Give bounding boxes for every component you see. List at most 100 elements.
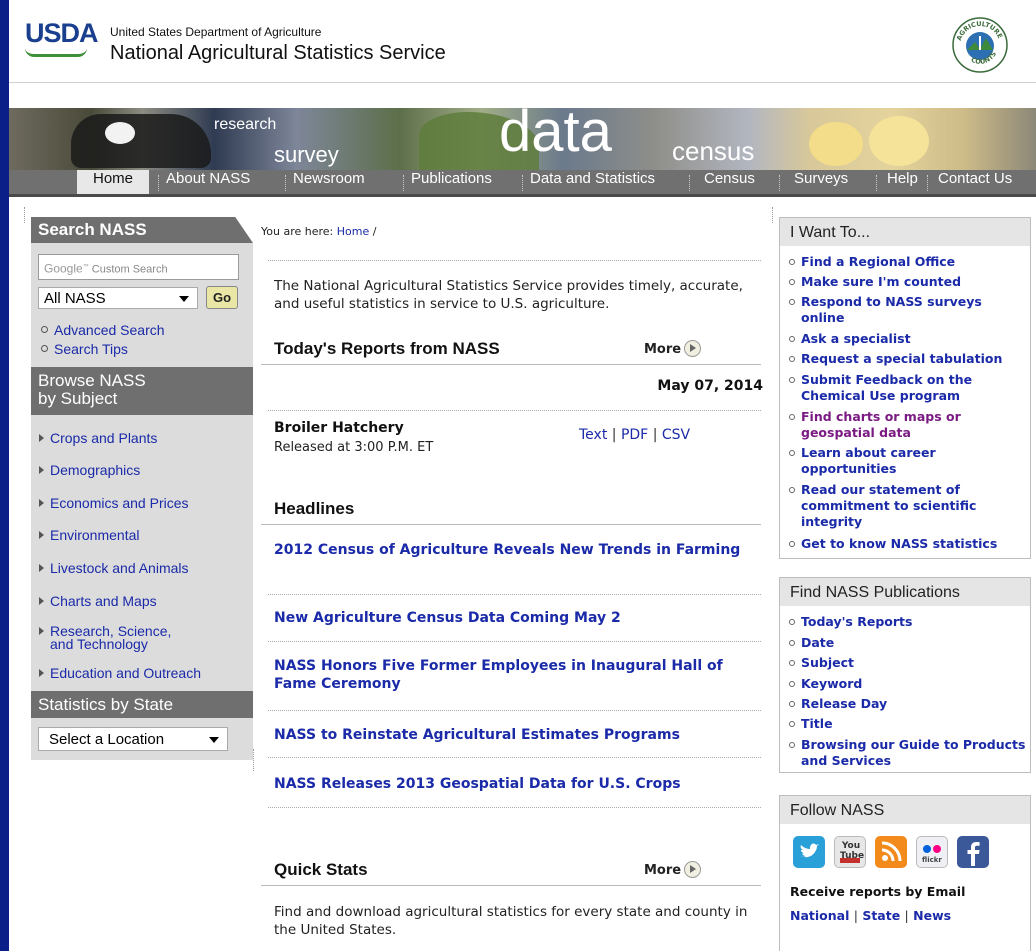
subject-environmental[interactable]: Environmental [39, 528, 140, 542]
want-link-label: Submit Feedback on the Chemical Use prog… [801, 372, 973, 403]
flickr-dot-pink [933, 845, 941, 853]
want-link[interactable]: Make sure I'm counted [789, 274, 1029, 290]
search-tips-link[interactable]: Search Tips [41, 341, 128, 357]
search-scope-select[interactable]: All NASS [38, 287, 198, 309]
publication-link[interactable]: Browsing our Guide to Products and Servi… [789, 737, 1029, 769]
subject-economics-and-prices[interactable]: Economics and Prices [39, 495, 189, 511]
youtube-icon[interactable]: You Tube [834, 836, 866, 868]
publication-link[interactable]: Subject [789, 655, 1029, 671]
flickr-icon-text: flickr [922, 856, 942, 864]
want-link[interactable]: Get to know NASS statistics [789, 536, 1029, 552]
nav-separator [779, 175, 781, 191]
want-link[interactable]: Read our statement of commitment to scie… [789, 482, 1029, 530]
browse-panel: Crops and Plants Demographics Economics … [31, 415, 253, 691]
publication-link-label: Today's Reports [801, 614, 913, 629]
headline-link[interactable]: NASS to Reinstate Agricultural Estimates… [274, 726, 760, 744]
subject-livestock-and-animals[interactable]: Livestock and Animals [39, 561, 189, 575]
nav-newsroom[interactable]: Newsroom [286, 170, 372, 194]
subject-label: Economics and Prices [50, 495, 189, 511]
bullet-icon [789, 681, 795, 687]
want-link[interactable]: Request a special tabulation [789, 351, 1029, 367]
nav-home[interactable]: Home [77, 170, 149, 194]
reports-more-link[interactable]: More [644, 340, 702, 357]
advanced-search-link[interactable]: Advanced Search [41, 322, 165, 338]
triangle-right-icon [39, 597, 44, 605]
facebook-icon[interactable] [957, 836, 989, 868]
divider [268, 260, 761, 262]
divider [261, 524, 761, 525]
want-link[interactable]: Find charts or maps or geospatial data [789, 409, 1029, 441]
want-link-label: Request a special tabulation [801, 351, 1003, 366]
quick-stats-more-link[interactable]: More [644, 861, 702, 878]
want-link[interactable]: Find a Regional Office [789, 254, 1029, 270]
report-csv-link[interactable]: CSV [662, 427, 690, 443]
publication-link-label: Date [801, 635, 835, 650]
publication-link[interactable]: Release Day [789, 696, 1029, 712]
divider [268, 594, 761, 596]
search-go-button[interactable]: Go [206, 286, 238, 309]
subject-charts-and-maps[interactable]: Charts and Maps [39, 594, 157, 608]
nav-contact-us[interactable]: Contact Us [931, 170, 1019, 194]
nav-data-and-statistics[interactable]: Data and Statistics [523, 170, 662, 194]
want-link[interactable]: Respond to NASS surveys online [789, 294, 1029, 326]
divider [268, 641, 761, 643]
email-news-link[interactable]: News [913, 908, 951, 923]
report-date: May 07, 2014 [657, 378, 763, 394]
nav-help[interactable]: Help [880, 170, 925, 194]
format-separator: | [611, 427, 617, 443]
want-link-label: Ask a specialist [801, 331, 911, 346]
triangle-right-icon [39, 627, 44, 635]
headlines-title: Headlines [274, 499, 355, 518]
breadcrumb-home-link[interactable]: Home [337, 225, 369, 238]
banner-word-data: data [499, 108, 612, 164]
triangle-right-icon [39, 434, 44, 442]
twitter-icon[interactable] [793, 836, 825, 868]
triangle-right-icon [39, 499, 44, 507]
subject-crops-and-plants[interactable]: Crops and Plants [39, 431, 157, 445]
usda-logo[interactable]: USDA [25, 18, 99, 57]
breadcrumb: You are here: Home / [261, 225, 376, 238]
follow-nass-heading: Follow NASS [780, 796, 1030, 824]
flickr-icon[interactable]: flickr [916, 836, 948, 868]
want-link[interactable]: Submit Feedback on the Chemical Use prog… [789, 372, 1029, 404]
search-input[interactable]: Google™ Custom Search [38, 254, 239, 280]
want-link-label: Make sure I'm counted [801, 274, 962, 289]
report-pdf-link[interactable]: PDF [621, 427, 648, 443]
headline-link[interactable]: NASS Honors Five Former Employees in Ina… [274, 657, 760, 693]
divider [268, 807, 761, 809]
state-location-select[interactable]: Select a Location [38, 727, 228, 751]
nav-separator [876, 175, 878, 191]
rss-icon[interactable] [875, 836, 907, 868]
banner-word-census: census [672, 136, 755, 166]
nav-publications[interactable]: Publications [404, 170, 499, 194]
nav-surveys[interactable]: Surveys [787, 170, 855, 194]
headline-link[interactable]: 2012 Census of Agriculture Reveals New T… [274, 541, 760, 559]
arrow-right-circle-icon [684, 340, 702, 357]
chevron-down-icon [179, 296, 189, 302]
want-link[interactable]: Learn about career opportunities [789, 445, 1029, 477]
subject-education-and-outreach[interactable]: Education and Outreach [39, 666, 201, 680]
want-link-label: Respond to NASS surveys online [801, 294, 982, 325]
bullet-icon [41, 326, 48, 333]
follow-nass-panel: Follow NASS You Tube flickr Receive repo… [779, 795, 1031, 951]
google-brand-text: Google [44, 261, 83, 276]
nav-census[interactable]: Census [697, 170, 762, 194]
agency-name[interactable]: National Agricultural Statistics Service [110, 42, 446, 65]
intro-text: The National Agricultural Statistics Ser… [274, 278, 743, 312]
nav-about-nass[interactable]: About NASS [159, 170, 257, 194]
email-national-link[interactable]: National [790, 908, 849, 923]
headline-link[interactable]: NASS Releases 2013 Geospatial Data for U… [274, 775, 760, 793]
email-state-link[interactable]: State [862, 908, 900, 923]
publication-link[interactable]: Date [789, 635, 1029, 651]
report-text-link[interactable]: Text [579, 427, 607, 443]
publication-link[interactable]: Title [789, 716, 1029, 732]
publication-link[interactable]: Keyword [789, 676, 1029, 692]
subject-research-science-technology[interactable]: Research, Science, and Technology [39, 624, 171, 651]
quick-stats-description: Find and download agricultural statistic… [274, 904, 748, 938]
bullet-icon [789, 619, 795, 625]
publication-link[interactable]: Today's Reports [789, 614, 1029, 630]
subject-demographics[interactable]: Demographics [39, 463, 140, 477]
publication-link-label: Release Day [801, 696, 888, 711]
headline-link[interactable]: New Agriculture Census Data Coming May 2 [274, 609, 760, 627]
want-link[interactable]: Ask a specialist [789, 331, 1029, 347]
